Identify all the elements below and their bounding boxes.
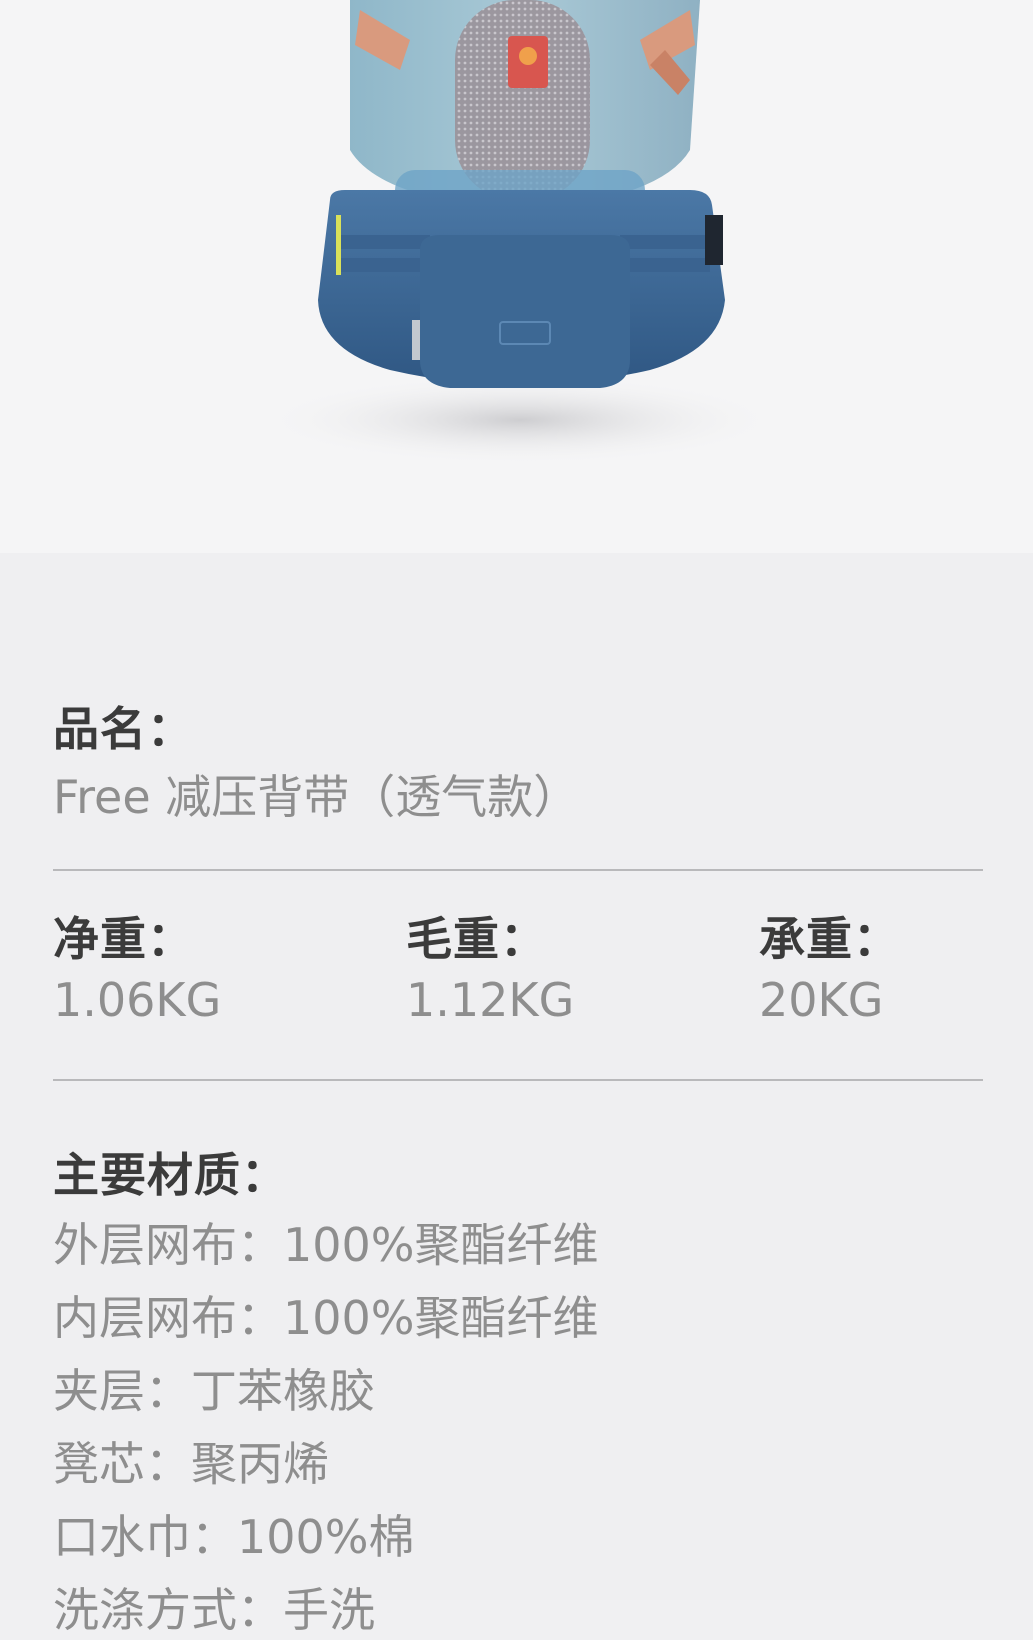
net-weight-label: 净重： xyxy=(53,912,194,966)
product-name-label: 品名： xyxy=(53,702,194,756)
net-weight-value: 1.06KG xyxy=(53,973,222,1027)
spec-panel: 品名： Free 减压背带（透气款） 净重： 1.06KG 毛重： 1.12KG… xyxy=(0,553,1033,1637)
material-line: 内层网布：100%聚酯纤维 xyxy=(53,1291,599,1345)
material-line: 口水巾：100%棉 xyxy=(53,1510,415,1564)
material-line: 洗涤方式：手洗 xyxy=(53,1583,375,1637)
materials-label: 主要材质： xyxy=(53,1148,288,1202)
product-image xyxy=(0,0,1033,553)
product-name-value: Free 减压背带（透气款） xyxy=(53,770,580,824)
material-line: 凳芯：聚丙烯 xyxy=(53,1437,329,1491)
material-line: 夹层：丁苯橡胶 xyxy=(53,1364,375,1418)
divider xyxy=(53,869,983,871)
load-capacity-value: 20KG xyxy=(759,973,884,1027)
carrier-illustration xyxy=(260,0,780,465)
gross-weight-label: 毛重： xyxy=(406,912,547,966)
material-line: 外层网布：100%聚酯纤维 xyxy=(53,1218,599,1272)
load-capacity-label: 承重： xyxy=(759,912,900,966)
gross-weight-value: 1.12KG xyxy=(406,973,575,1027)
divider xyxy=(53,1079,983,1081)
